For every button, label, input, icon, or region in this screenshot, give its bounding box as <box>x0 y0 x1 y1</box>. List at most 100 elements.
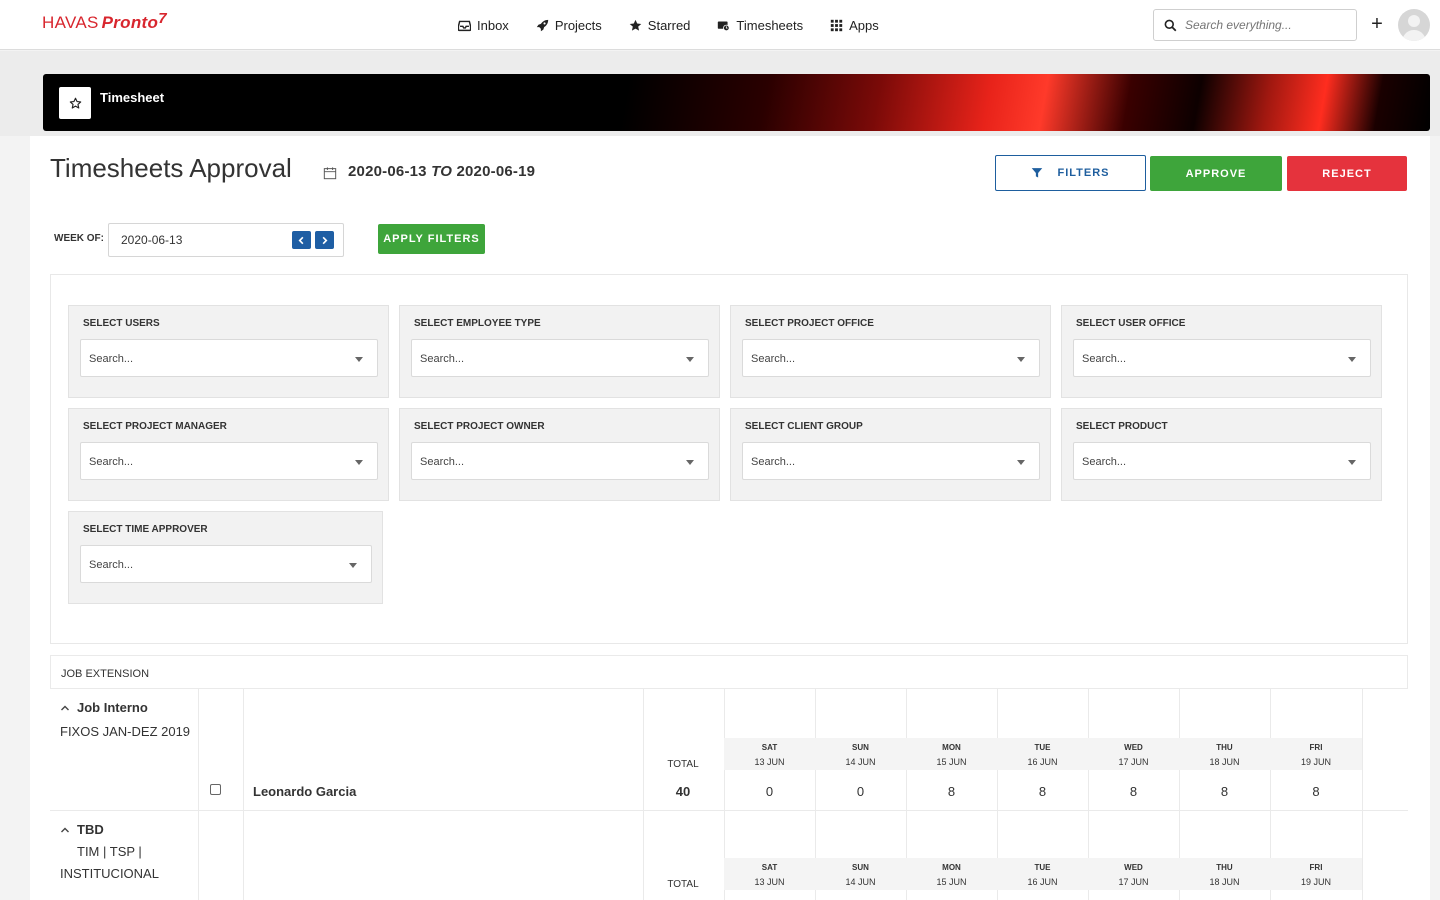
day-header: SUN 14 JUN <box>815 738 906 770</box>
job-description: FIXOS JAN-DEZ 2019 <box>60 724 191 739</box>
filter-placeholder: Search... <box>420 456 465 468</box>
day-header: FRI 19 JUN <box>1270 738 1362 770</box>
caret-down-icon <box>1348 357 1356 362</box>
day-of-week: SUN <box>852 743 869 752</box>
job-toggle[interactable]: TBD <box>60 822 104 837</box>
nav-item-starred[interactable]: Starred <box>629 18 690 33</box>
day-header: TUE 16 JUN <box>997 738 1088 770</box>
chevron-up-icon <box>61 705 69 710</box>
day-hours[interactable]: 0 <box>815 784 906 799</box>
nav-item-projects[interactable]: Projects <box>536 18 602 33</box>
job-toggle[interactable]: Job Interno <box>60 700 148 715</box>
filter-select-employee-type: SELECT EMPLOYEE TYPE Search... <box>399 305 720 398</box>
table-row: TBD TIM | TSP | INSTITUCIONAL TOTAL SAT 1… <box>50 810 1408 900</box>
filter-dropdown[interactable]: Search... <box>80 339 378 377</box>
filter-title: SELECT CLIENT GROUP <box>745 421 863 432</box>
day-date: 13 JUN <box>754 877 785 887</box>
filter-select-users: SELECT USERS Search... <box>68 305 389 398</box>
filter-select-time-approver: SELECT TIME APPROVER Search... <box>68 511 383 604</box>
next-week-button[interactable] <box>315 231 334 249</box>
global-search[interactable] <box>1153 9 1357 41</box>
day-hours[interactable]: 8 <box>906 784 997 799</box>
filter-select-project-office: SELECT PROJECT OFFICE Search... <box>730 305 1051 398</box>
timesheet-banner: Timesheet <box>43 74 1430 131</box>
nav-item-label: Projects <box>554 17 602 33</box>
nav-item-timesheets[interactable]: Timesheets <box>717 18 803 33</box>
day-hours[interactable]: 8 <box>1088 784 1179 799</box>
filter-placeholder: Search... <box>420 353 465 365</box>
table-row: Job Interno FIXOS JAN-DEZ 2019 Leonardo … <box>50 688 1408 810</box>
date-to: 2020-06-19 <box>456 163 536 180</box>
column-divider <box>1362 689 1363 810</box>
day-date: 14 JUN <box>845 757 876 767</box>
total-label: TOTAL <box>667 759 699 770</box>
add-button[interactable]: + <box>1368 14 1386 36</box>
day-date: 16 JUN <box>1027 877 1058 887</box>
day-hours[interactable]: 8 <box>997 784 1088 799</box>
day-hours[interactable]: 8 <box>1270 784 1362 799</box>
filter-placeholder: Search... <box>89 559 134 571</box>
approve-button[interactable]: APPROVE <box>1150 156 1282 191</box>
caret-down-icon <box>686 357 694 362</box>
nav-item-apps[interactable]: Apps <box>830 18 879 33</box>
day-header: FRI 19 JUN <box>1270 858 1362 890</box>
nav-item-inbox[interactable]: Inbox <box>458 18 509 33</box>
filter-dropdown[interactable]: Search... <box>742 339 1040 377</box>
havas-pronto-logo[interactable]: HAVAS Pronto7 <box>42 10 167 33</box>
filter-dropdown[interactable]: Search... <box>411 339 709 377</box>
filter-dropdown[interactable]: Search... <box>80 545 372 583</box>
filter-placeholder: Search... <box>89 353 134 365</box>
filter-title: SELECT USERS <box>83 318 160 329</box>
filters-button-label: FILTERS <box>1057 167 1110 179</box>
day-header: SUN 14 JUN <box>815 858 906 890</box>
column-divider <box>243 811 244 900</box>
rocket-icon <box>536 19 548 31</box>
day-date: 16 JUN <box>1027 757 1058 767</box>
week-of-input[interactable] <box>121 233 281 247</box>
chevron-right-icon <box>322 236 328 244</box>
filters-button[interactable]: FILTERS <box>995 155 1146 191</box>
filter-dropdown[interactable]: Search... <box>1073 442 1371 480</box>
week-of-label: WEEK OF: <box>54 233 104 244</box>
day-date: 17 JUN <box>1118 877 1149 887</box>
timesheets-icon <box>718 20 731 31</box>
day-hours[interactable]: 8 <box>1179 784 1270 799</box>
apply-filters-button[interactable]: APPLY FILTERS <box>378 224 485 254</box>
chevron-up-icon <box>61 827 69 832</box>
nav-item-label: Timesheets <box>736 17 804 33</box>
day-date: 19 JUN <box>1300 757 1331 767</box>
filter-dropdown[interactable]: Search... <box>80 442 378 480</box>
day-header: WED 17 JUN <box>1088 738 1179 770</box>
caret-down-icon <box>355 357 363 362</box>
day-of-week: FRI <box>1309 863 1323 872</box>
filter-dropdown[interactable]: Search... <box>742 442 1040 480</box>
previous-week-button[interactable] <box>292 231 311 249</box>
filter-dropdown[interactable]: Search... <box>411 442 709 480</box>
day-of-week: TUE <box>1034 743 1051 752</box>
total-hours: 40 <box>675 784 691 799</box>
job-description: TIM | TSP | INSTITUCIONAL <box>60 844 159 881</box>
user-avatar[interactable] <box>1398 9 1430 41</box>
chevron-left-icon <box>298 236 304 244</box>
search-input[interactable] <box>1185 18 1345 32</box>
caret-down-icon <box>1348 460 1356 465</box>
favorite-star-button[interactable] <box>59 87 91 119</box>
filter-select-product: SELECT PRODUCT Search... <box>1061 408 1382 501</box>
day-date: 17 JUN <box>1118 757 1149 767</box>
row-checkbox[interactable] <box>210 784 221 795</box>
day-hours[interactable]: 0 <box>724 784 815 799</box>
filter-select-project-owner: SELECT PROJECT OWNER Search... <box>399 408 720 501</box>
filter-placeholder: Search... <box>1082 353 1127 365</box>
day-of-week: WED <box>1124 863 1143 872</box>
day-of-week: THU <box>1216 743 1233 752</box>
day-of-week: SAT <box>761 863 778 872</box>
day-of-week: SUN <box>852 863 869 872</box>
main-nav: Inbox Projects Starred Timesheets Apps <box>458 0 906 50</box>
filter-title: SELECT TIME APPROVER <box>83 524 208 535</box>
main-content: Timesheets Approval 2020-06-13 TO 2020-0… <box>30 136 1430 900</box>
filter-title: SELECT PRODUCT <box>1076 421 1168 432</box>
day-of-week: TUE <box>1034 863 1051 872</box>
reject-button[interactable]: REJECT <box>1287 156 1407 191</box>
filter-dropdown[interactable]: Search... <box>1073 339 1371 377</box>
day-header: SAT 13 JUN <box>724 858 815 890</box>
